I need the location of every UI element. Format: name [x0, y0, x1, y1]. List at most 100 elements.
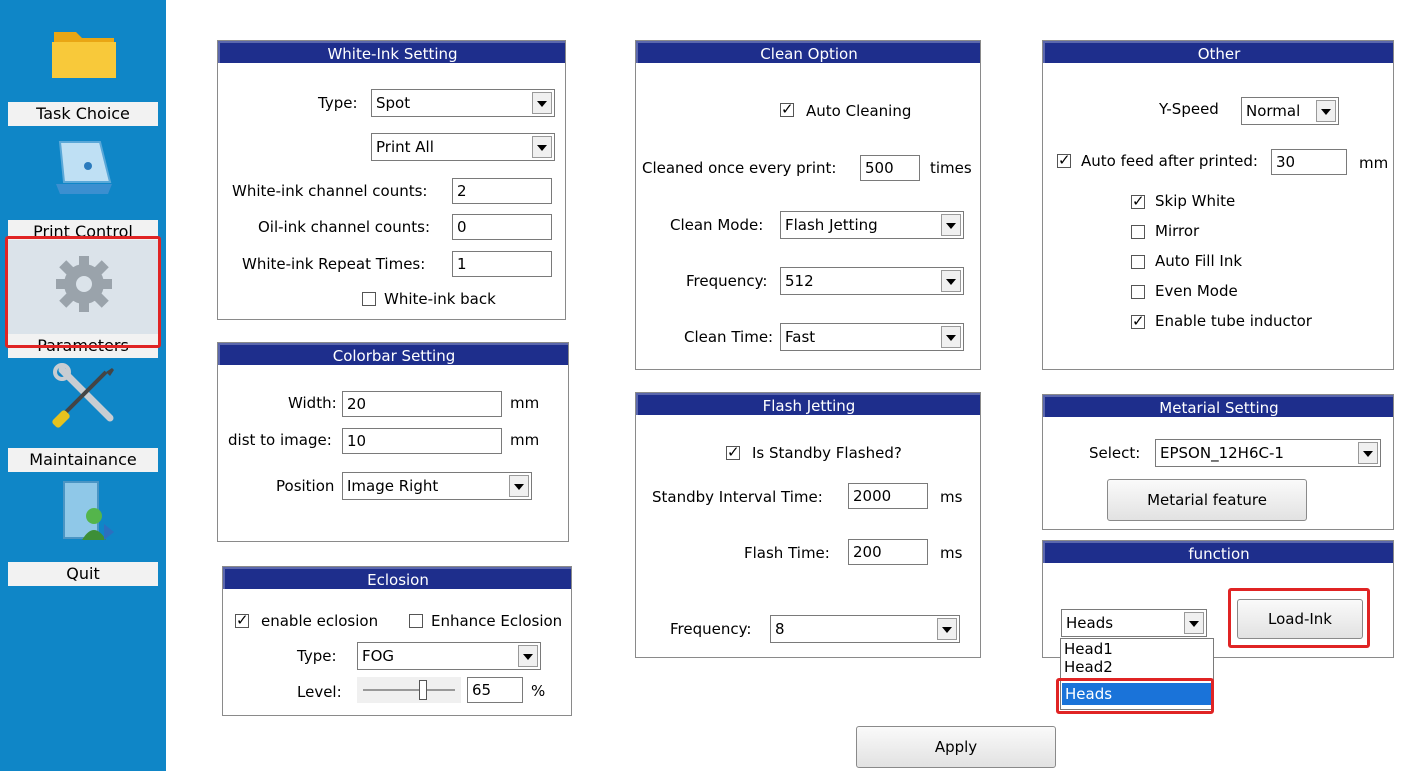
repeat-times-label: White-ink Repeat Times:: [242, 255, 426, 273]
flash-frequency-select[interactable]: 8: [770, 615, 960, 643]
standby-flashed-checkbox[interactable]: [726, 443, 740, 461]
heads-option-highlight-box: [1056, 678, 1214, 714]
group-title: Eclosion: [223, 567, 571, 589]
white-ink-back-checkbox[interactable]: [362, 292, 376, 306]
flash-time-input[interactable]: 200: [848, 539, 928, 565]
apply-button[interactable]: Apply: [856, 726, 1056, 768]
select-value: Normal: [1246, 102, 1301, 120]
select-value: EPSON_12H6C-1: [1160, 444, 1284, 462]
sidebar-item-label: Quit: [8, 562, 158, 586]
auto-feed-input[interactable]: 30: [1271, 149, 1347, 175]
auto-fill-ink-checkbox[interactable]: [1131, 255, 1145, 269]
level-input[interactable]: 65: [467, 677, 523, 703]
clean-time-label: Clean Time:: [684, 328, 774, 346]
chevron-down-icon[interactable]: [941, 326, 961, 348]
oil-count-input[interactable]: 0: [452, 214, 552, 240]
channel-count-input[interactable]: 2: [452, 178, 552, 204]
select-value: 8: [775, 620, 785, 638]
auto-feed-checkbox[interactable]: [1057, 151, 1071, 169]
unit-label: mm: [510, 394, 540, 412]
dropdown-option-head2[interactable]: Head2: [1064, 658, 1113, 672]
enable-tube-inductor-label: Enable tube inductor: [1155, 312, 1312, 330]
parameters-highlight-box: [5, 236, 161, 348]
chevron-down-icon[interactable]: [937, 618, 957, 640]
auto-cleaning-label: Auto Cleaning: [806, 102, 912, 120]
sidebar-item-task-choice[interactable]: Task Choice: [8, 8, 158, 126]
eclosion-type-label: Type:: [297, 647, 337, 665]
print-range-select[interactable]: Print All: [371, 133, 555, 161]
colorbar-width-input[interactable]: 20: [342, 391, 502, 417]
mirror-checkbox[interactable]: [1131, 225, 1145, 239]
heads-select[interactable]: Heads: [1061, 609, 1207, 637]
y-speed-select[interactable]: Normal: [1241, 97, 1339, 125]
folder-icon: [52, 32, 116, 78]
group-title: Other: [1043, 41, 1393, 63]
select-value: Spot: [376, 94, 411, 112]
sidebar-item-print-control[interactable]: Print Control: [8, 126, 158, 244]
standby-interval-input[interactable]: 2000: [848, 483, 928, 509]
dist-to-image-input[interactable]: 10: [342, 428, 502, 454]
tools-icon: [52, 363, 114, 428]
clean-frequency-select[interactable]: 512: [780, 267, 964, 295]
dropdown-option-head1[interactable]: Head1: [1064, 640, 1113, 658]
even-mode-checkbox[interactable]: [1131, 285, 1145, 299]
metarial-feature-button[interactable]: Metarial feature: [1107, 479, 1307, 521]
enhance-eclosion-checkbox[interactable]: [409, 614, 423, 628]
unit-label: ms: [940, 544, 963, 562]
position-label: Position: [276, 477, 335, 495]
level-slider[interactable]: [357, 677, 461, 703]
chevron-down-icon[interactable]: [941, 214, 961, 236]
material-select[interactable]: EPSON_12H6C-1: [1155, 439, 1381, 467]
auto-cleaning-checkbox[interactable]: [780, 100, 794, 118]
channel-count-label: White-ink channel counts:: [232, 182, 428, 200]
colorbar-width-label: Width:: [288, 394, 337, 412]
enable-eclosion-checkbox[interactable]: [235, 611, 249, 629]
clean-option-group: Clean Option Auto Cleaning Cleaned once …: [635, 40, 981, 370]
chevron-down-icon[interactable]: [1316, 100, 1336, 122]
skip-white-label: Skip White: [1155, 192, 1236, 210]
repeat-times-input[interactable]: 1: [452, 251, 552, 277]
chevron-down-icon[interactable]: [532, 136, 552, 158]
y-speed-label: Y-Speed: [1159, 100, 1219, 118]
unit-label: ms: [940, 488, 963, 506]
skip-white-checkbox[interactable]: [1131, 192, 1145, 210]
type-label: Type:: [318, 94, 358, 112]
group-title: Clean Option: [636, 41, 980, 63]
select-value: Print All: [376, 138, 434, 156]
colorbar-position-select[interactable]: Image Right: [342, 472, 532, 500]
chevron-down-icon[interactable]: [518, 645, 538, 667]
group-title: Metarial Setting: [1043, 395, 1393, 417]
standby-flashed-label: Is Standby Flashed?: [752, 444, 902, 462]
slider-track: [363, 689, 455, 691]
chevron-down-icon[interactable]: [509, 475, 529, 497]
select-value: Fast: [785, 328, 816, 346]
unit-label: %: [531, 682, 546, 700]
clean-mode-select[interactable]: Flash Jetting: [780, 211, 964, 239]
enable-tube-inductor-checkbox[interactable]: [1131, 312, 1145, 330]
sidebar-item-maintainance[interactable]: Maintainance: [8, 354, 158, 472]
clean-time-select[interactable]: Fast: [780, 323, 964, 351]
enhance-eclosion-label: Enhance Eclosion: [431, 612, 563, 630]
sidebar-item-quit[interactable]: Quit: [8, 468, 158, 586]
clean-every-input[interactable]: 500: [860, 155, 920, 181]
eclosion-type-select[interactable]: FOG: [357, 642, 541, 670]
colorbar-group: Colorbar Setting Width: 20 mm dist to im…: [217, 342, 569, 542]
mirror-label: Mirror: [1155, 222, 1200, 240]
white-ink-type-select[interactable]: Spot: [371, 89, 555, 117]
load-ink-highlight-box: [1228, 588, 1370, 648]
dist-to-image-label: dist to image:: [228, 431, 332, 449]
other-group: Other Y-Speed Normal Auto feed after pri…: [1042, 40, 1394, 370]
unit-label: times: [930, 159, 972, 177]
chevron-down-icon[interactable]: [1358, 442, 1378, 464]
white-ink-group: White-Ink Setting Type: Spot Print All W…: [217, 40, 566, 320]
chevron-down-icon[interactable]: [1184, 612, 1204, 634]
sidebar: Task Choice Print Control Parameters Mai…: [0, 0, 166, 771]
printer-icon: [56, 141, 112, 194]
unit-label: mm: [510, 431, 540, 449]
select-value: FOG: [362, 647, 395, 665]
level-label: Level:: [297, 683, 342, 701]
chevron-down-icon[interactable]: [941, 270, 961, 292]
chevron-down-icon[interactable]: [532, 92, 552, 114]
sidebar-item-label: Task Choice: [8, 102, 158, 126]
slider-thumb[interactable]: [418, 680, 427, 700]
